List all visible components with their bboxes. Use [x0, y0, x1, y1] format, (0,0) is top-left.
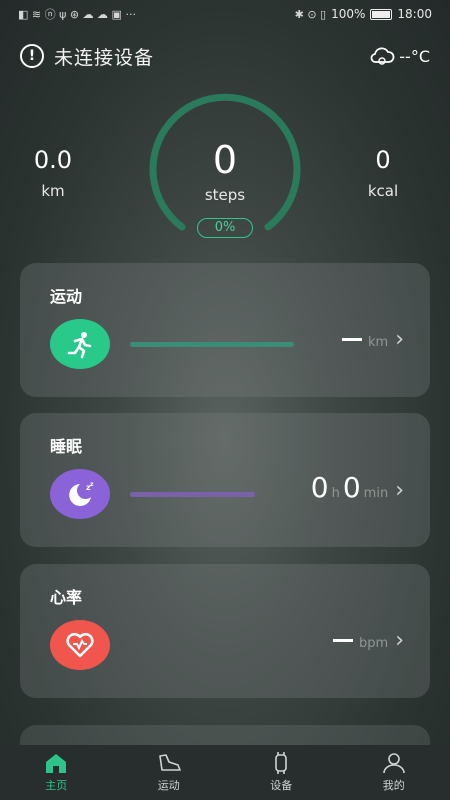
- tab-profile[interactable]: 我的: [338, 745, 450, 800]
- cloud-icon: [370, 47, 395, 65]
- exercise-unit: km: [367, 335, 389, 350]
- empty-value-dash: [333, 639, 354, 642]
- device-status[interactable]: ! 未连接设备: [20, 43, 154, 70]
- svg-text:z: z: [90, 481, 94, 488]
- distance-value: 0.0: [33, 146, 73, 174]
- clock: 18:00: [397, 7, 432, 21]
- user-icon: [382, 753, 405, 774]
- sleep-hours-unit: h: [331, 486, 340, 501]
- warning-icon: !: [20, 44, 44, 68]
- calories-stat: 0 kcal: [333, 146, 433, 200]
- status-bar: ◧ ≋ ⓝ ψ ⊛ ☁ ☁ ▣ ··· ✱ ⊙ ▯ 100% 18:00: [0, 0, 450, 28]
- sleep-progress-bar: [130, 492, 255, 497]
- distance-stat: 0.0 km: [3, 146, 103, 200]
- calories-unit: kcal: [367, 182, 399, 200]
- chevron-right-icon: ›: [395, 327, 404, 352]
- home-icon: [46, 754, 67, 773]
- heart-rate-value: bpm ›: [333, 628, 404, 653]
- exercise-card[interactable]: 运动 km ›: [20, 263, 430, 397]
- running-person-icon: [50, 319, 110, 369]
- notification-icons: ◧ ≋ ⓝ ψ ⊛ ☁ ☁ ▣ ···: [18, 8, 136, 21]
- heart-rate-title: 心率: [50, 588, 83, 607]
- tab-home-label: 主页: [45, 779, 68, 792]
- watch-icon: [275, 752, 288, 774]
- device-status-text: 未连接设备: [54, 46, 155, 69]
- bottom-tab-bar: 主页 运动 设备 我的: [0, 745, 450, 800]
- heart-rate-card[interactable]: 心率 bpm ›: [20, 564, 430, 698]
- exercise-value: km ›: [341, 327, 404, 352]
- calories-value: 0: [375, 146, 391, 174]
- activity-summary: 0.0 km 0 steps 0% 0 kcal: [0, 90, 450, 250]
- heart-icon: [50, 620, 110, 670]
- tab-device-label: 设备: [270, 779, 293, 792]
- sleep-minutes: 0: [342, 471, 361, 504]
- weather[interactable]: --°C: [369, 46, 430, 66]
- system-icons: ✱ ⊙ ▯: [294, 7, 327, 21]
- sleep-minutes-unit: min: [363, 486, 389, 501]
- empty-value-dash: [341, 338, 362, 341]
- battery-icon: [370, 8, 393, 20]
- distance-unit: km: [41, 182, 65, 200]
- top-bar: ! 未连接设备 --°C: [0, 36, 450, 76]
- tab-exercise[interactable]: 运动: [113, 745, 226, 800]
- tab-profile-label: 我的: [382, 779, 405, 792]
- steps-progress-label: 0%: [197, 218, 253, 238]
- chevron-right-icon: ›: [395, 478, 404, 503]
- status-right: ✱ ⊙ ▯ 100% 18:00: [295, 7, 432, 21]
- chevron-right-icon: ›: [395, 628, 404, 653]
- tab-exercise-label: 运动: [157, 779, 180, 792]
- tab-home[interactable]: 主页: [0, 745, 113, 800]
- sleep-hours: 0: [310, 471, 329, 504]
- exercise-title: 运动: [50, 287, 83, 306]
- moon-sleep-icon: z z: [50, 469, 110, 519]
- sleep-value: 0 h 0 min ›: [311, 471, 404, 504]
- heart-rate-unit: bpm: [359, 636, 389, 651]
- weather-temp: --°C: [399, 46, 430, 66]
- exercise-progress-bar: [130, 342, 294, 347]
- status-left-icons: ◧ ≋ ⓝ ψ ⊛ ☁ ☁ ▣ ···: [18, 6, 136, 22]
- steps-value: 0: [212, 138, 238, 182]
- steps-unit: steps: [204, 186, 246, 204]
- sleep-card[interactable]: 睡眠 z z 0 h 0 min ›: [20, 413, 430, 547]
- sleep-title: 睡眠: [50, 437, 83, 456]
- shoe-icon: [158, 754, 181, 771]
- tab-device[interactable]: 设备: [225, 745, 338, 800]
- steps-stat[interactable]: 0 steps: [175, 138, 275, 204]
- battery-percent: 100%: [331, 7, 366, 21]
